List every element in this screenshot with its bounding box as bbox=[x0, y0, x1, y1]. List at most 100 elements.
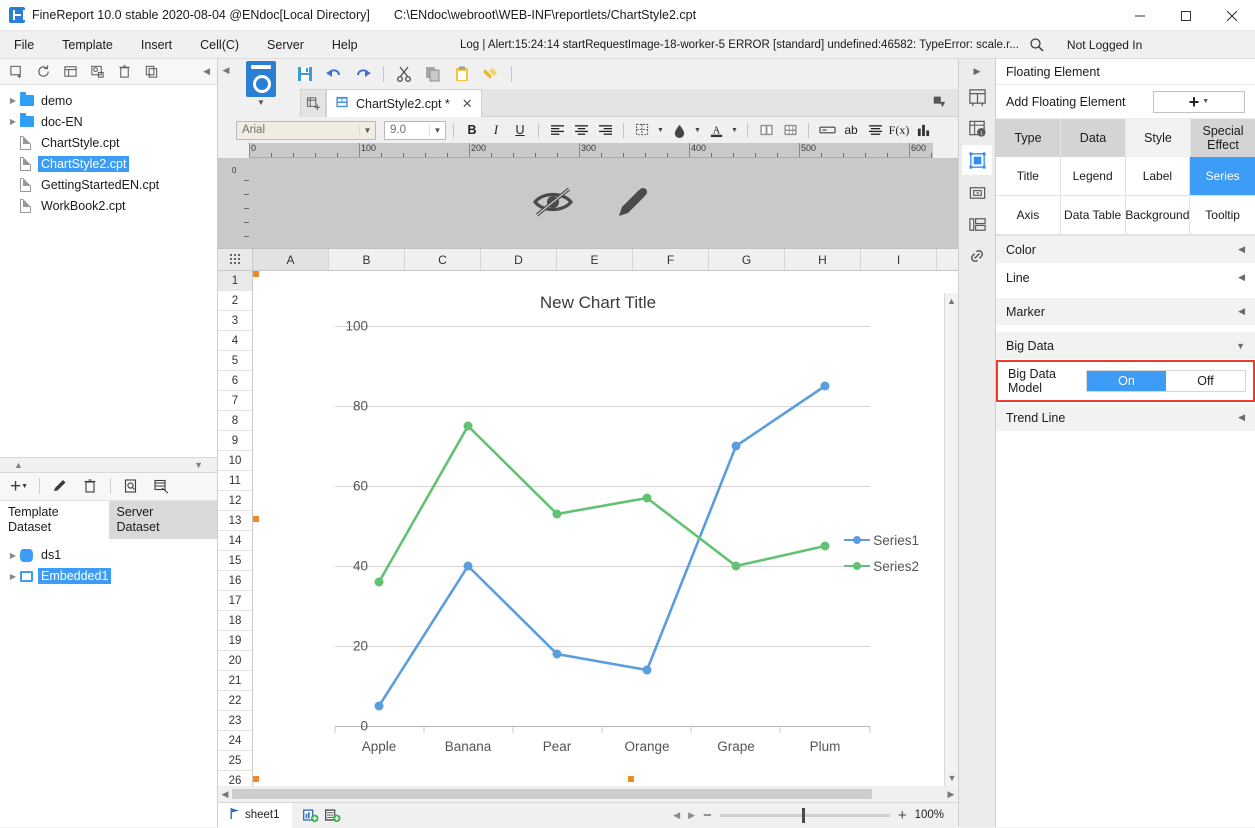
widget-settings-icon[interactable] bbox=[962, 177, 992, 207]
formula-button[interactable]: F(x) bbox=[888, 120, 910, 141]
hyperlink-icon[interactable] bbox=[962, 241, 992, 271]
section-big-data[interactable]: Big Data ▼ bbox=[996, 332, 1255, 360]
scroll-left-icon[interactable]: ◀ bbox=[218, 789, 232, 800]
settings-icon[interactable] bbox=[85, 61, 109, 83]
row-header[interactable]: 15 bbox=[218, 551, 252, 571]
save-icon[interactable] bbox=[292, 62, 318, 86]
column-header-e[interactable]: E bbox=[557, 249, 633, 270]
vertical-scrollbar[interactable]: ▲ ▼ bbox=[944, 293, 958, 786]
column-header-d[interactable]: D bbox=[481, 249, 557, 270]
align-left-icon[interactable] bbox=[546, 120, 568, 141]
subtab-legend[interactable]: Legend bbox=[1060, 157, 1126, 196]
row-header[interactable]: 21 bbox=[218, 671, 252, 691]
bold-button[interactable]: B bbox=[461, 120, 483, 141]
delete-icon[interactable] bbox=[112, 61, 136, 83]
menu-server[interactable]: Server bbox=[253, 31, 318, 59]
menu-insert[interactable]: Insert bbox=[127, 31, 186, 59]
close-button[interactable] bbox=[1209, 0, 1255, 31]
dataset-item-embedded1[interactable]: ▶ Embedded1 bbox=[0, 566, 217, 587]
subtab-data-table[interactable]: Data Table bbox=[1060, 196, 1126, 235]
row-header[interactable]: 6 bbox=[218, 371, 252, 391]
dataset-item-ds1[interactable]: ▶ ds1 bbox=[0, 545, 217, 566]
tree-item-chartstyle2[interactable]: ChartStyle2.cpt bbox=[0, 153, 217, 174]
borders-icon[interactable] bbox=[631, 120, 653, 141]
splitter-down-icon[interactable]: ▼ bbox=[194, 460, 203, 470]
toggle-option-on[interactable]: On bbox=[1087, 371, 1166, 391]
add-report-sheet-icon[interactable] bbox=[322, 805, 344, 825]
font-size-select[interactable]: 9.0 ▼ bbox=[384, 120, 446, 140]
tree-item-gettingstarted[interactable]: GettingStartedEN.cpt bbox=[0, 174, 217, 195]
next-sheet-icon[interactable]: ▶ bbox=[688, 810, 695, 821]
column-header-i[interactable]: I bbox=[861, 249, 937, 270]
collapse-icon[interactable]: ◀ bbox=[1238, 306, 1245, 317]
align-center-icon[interactable] bbox=[570, 120, 592, 141]
row-header[interactable]: 17 bbox=[218, 591, 252, 611]
preview-template-icon[interactable]: ▼ bbox=[240, 59, 282, 115]
expanded-icon[interactable]: ▼ bbox=[1236, 341, 1245, 351]
list-icon[interactable] bbox=[864, 120, 886, 141]
menu-help[interactable]: Help bbox=[318, 31, 372, 59]
row-header[interactable]: 10 bbox=[218, 451, 252, 471]
zoom-slider[interactable] bbox=[719, 807, 890, 823]
menu-file[interactable]: File bbox=[0, 31, 48, 59]
search-icon[interactable] bbox=[1029, 37, 1045, 53]
row-header[interactable]: 4 bbox=[218, 331, 252, 351]
scroll-down-icon[interactable]: ▼ bbox=[945, 770, 958, 786]
panel-splitter[interactable]: ▲ ▼ bbox=[0, 456, 217, 473]
tree-item-doc-en[interactable]: ▶ doc-EN bbox=[0, 111, 217, 132]
undo-icon[interactable] bbox=[321, 62, 347, 86]
legend-item-series2[interactable]: Series2 bbox=[844, 553, 919, 579]
sheet-tab-sheet1[interactable]: sheet1 bbox=[218, 802, 292, 828]
scroll-up-icon[interactable]: ▲ bbox=[945, 293, 958, 309]
column-header-h[interactable]: H bbox=[785, 249, 861, 270]
column-header-b[interactable]: B bbox=[329, 249, 405, 270]
close-icon[interactable]: ✕ bbox=[462, 96, 473, 112]
row-header[interactable]: 26 bbox=[218, 771, 252, 787]
prev-sheet-icon[interactable]: ◀ bbox=[673, 810, 680, 821]
chevron-down-icon[interactable]: ▼ bbox=[655, 120, 666, 141]
tree-item-workbook2[interactable]: WorkBook2.cpt bbox=[0, 195, 217, 216]
collapse-icon[interactable]: ◀ bbox=[1238, 272, 1245, 283]
row-header[interactable]: 18 bbox=[218, 611, 252, 631]
collapse-left-icon[interactable]: ◀ bbox=[203, 66, 213, 77]
collapse-icon[interactable]: ◀ bbox=[1238, 244, 1245, 255]
expand-icon[interactable]: ▶ bbox=[974, 63, 981, 79]
chevron-down-icon[interactable]: ▼ bbox=[1202, 98, 1209, 105]
row-header[interactable]: 19 bbox=[218, 631, 252, 651]
legend-item-series1[interactable]: Series1 bbox=[844, 527, 919, 553]
row-header[interactable]: 8 bbox=[218, 411, 252, 431]
tab-server-dataset[interactable]: Server Dataset bbox=[108, 500, 217, 539]
chevron-down-icon[interactable]: ▼ bbox=[359, 125, 375, 135]
subtab-label[interactable]: Label bbox=[1125, 157, 1191, 196]
tree-item-demo[interactable]: ▶ demo bbox=[0, 90, 217, 111]
format-painter-icon[interactable] bbox=[478, 62, 504, 86]
document-tab-chartstyle2[interactable]: ChartStyle2.cpt * ✕ bbox=[326, 89, 482, 117]
new-template-icon[interactable] bbox=[4, 61, 28, 83]
merge-cells-icon[interactable] bbox=[755, 120, 777, 141]
maximize-button[interactable] bbox=[1163, 0, 1209, 31]
subtab-background[interactable]: Background bbox=[1125, 196, 1191, 235]
unmerge-cells-icon[interactable] bbox=[779, 120, 801, 141]
row-header[interactable]: 9 bbox=[218, 431, 252, 451]
add-floating-element-button[interactable]: + ▼ bbox=[1153, 90, 1245, 113]
column-header-g[interactable]: G bbox=[709, 249, 785, 270]
chevron-right-icon[interactable]: ▶ bbox=[6, 551, 20, 560]
scrollbar-thumb[interactable] bbox=[232, 789, 872, 799]
chart-icon[interactable] bbox=[912, 120, 934, 141]
select-all-corner[interactable] bbox=[218, 249, 253, 270]
minimize-button[interactable] bbox=[1117, 0, 1163, 31]
cell-grid[interactable]: New Chart Title 100 80 60 40 20 0 Apple … bbox=[253, 271, 958, 786]
row-header[interactable]: 11 bbox=[218, 471, 252, 491]
row-header[interactable]: 2 bbox=[218, 291, 252, 311]
chart-legend[interactable]: Series1 Series2 bbox=[844, 527, 919, 579]
cut-icon[interactable] bbox=[391, 62, 417, 86]
add-sheet-icon[interactable] bbox=[300, 805, 322, 825]
row-header[interactable]: 3 bbox=[218, 311, 252, 331]
row-header[interactable]: 13 bbox=[218, 511, 252, 531]
subtab-axis[interactable]: Axis bbox=[996, 196, 1061, 235]
layout-icon[interactable] bbox=[962, 209, 992, 239]
login-status[interactable]: Not Logged In bbox=[1067, 38, 1142, 52]
redo-icon[interactable] bbox=[350, 62, 376, 86]
pencil-icon[interactable] bbox=[615, 184, 651, 223]
column-header-f[interactable]: F bbox=[633, 249, 709, 270]
